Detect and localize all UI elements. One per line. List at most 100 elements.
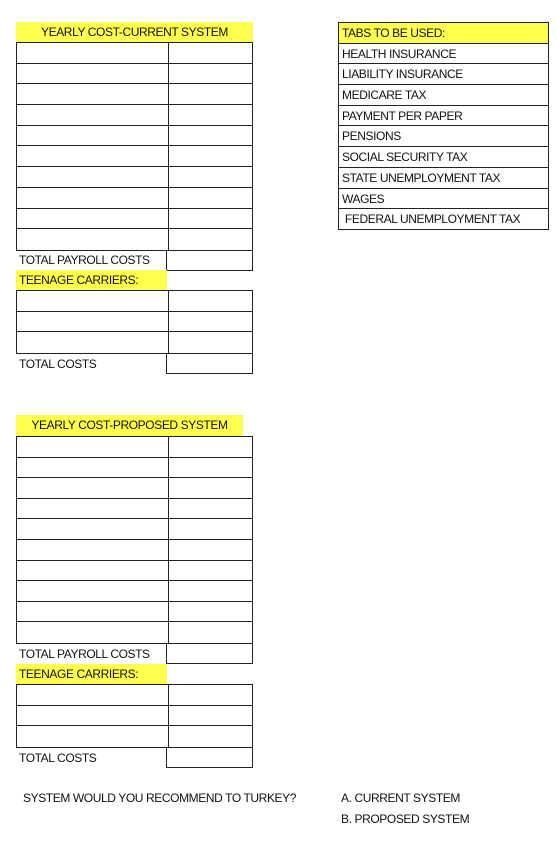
cost-row: [17, 685, 252, 706]
cost-row: [17, 167, 252, 188]
item-cell[interactable]: [17, 63, 169, 84]
amount-cell[interactable]: [169, 685, 252, 705]
amount-cell[interactable]: [169, 458, 252, 478]
item-cell[interactable]: [17, 581, 169, 601]
amount-cell[interactable]: [169, 229, 252, 250]
cost-row: [17, 705, 252, 727]
item-cell[interactable]: [17, 146, 169, 167]
option-a[interactable]: A. CURRENT SYSTEM: [341, 791, 460, 805]
current-total-payroll-cell[interactable]: [166, 250, 253, 271]
tabs-to-be-used-list: TABS TO BE USED: HEALTH INSURANCE LIABILI…: [338, 22, 549, 230]
amount-cell[interactable]: [169, 499, 252, 519]
amount-cell[interactable]: [169, 581, 252, 601]
item-cell[interactable]: [17, 457, 169, 478]
current-total-costs-cell[interactable]: [166, 353, 253, 374]
tab-item: MEDICARE TAX: [339, 85, 548, 106]
current-total-payroll-label: TOTAL PAYROLL COSTS: [19, 253, 150, 267]
item-cell[interactable]: [17, 229, 169, 250]
item-cell[interactable]: [17, 291, 169, 311]
proposed-total-payroll-cell[interactable]: [166, 643, 253, 664]
cost-row: [17, 84, 252, 106]
cost-row: [17, 125, 252, 147]
amount-cell[interactable]: [169, 726, 252, 747]
amount-cell[interactable]: [169, 312, 252, 332]
cost-row: [17, 581, 252, 602]
amount-cell[interactable]: [169, 602, 252, 622]
amount-cell[interactable]: [169, 519, 252, 539]
item-cell[interactable]: [17, 332, 169, 353]
cost-row: [17, 146, 252, 168]
item-cell[interactable]: [17, 208, 169, 229]
tabs-title: TABS TO BE USED:: [339, 23, 548, 44]
item-cell[interactable]: [17, 705, 169, 726]
amount-cell[interactable]: [169, 437, 252, 457]
item-cell[interactable]: [17, 437, 169, 457]
amount-cell[interactable]: [169, 167, 252, 187]
amount-cell[interactable]: [169, 126, 252, 146]
amount-cell[interactable]: [169, 146, 252, 166]
amount-cell[interactable]: [169, 105, 252, 125]
cost-row: [17, 726, 252, 747]
cost-row: [17, 478, 252, 499]
proposed-total-costs-cell[interactable]: [166, 747, 253, 768]
proposed-system-title: YEARLY COST-PROPOSED SYSTEM: [16, 415, 243, 436]
proposed-cost-grid: [16, 436, 253, 644]
cost-row: [17, 43, 252, 64]
cost-row: [17, 187, 252, 209]
recommend-question: SYSTEM WOULD YOU RECOMMEND TO TURKEY?: [23, 791, 297, 805]
cost-row: [17, 437, 252, 458]
item-cell[interactable]: [17, 498, 169, 519]
item-cell[interactable]: [17, 43, 169, 63]
amount-cell[interactable]: [169, 291, 252, 311]
cost-row: [17, 519, 252, 540]
cost-row: [17, 622, 252, 643]
item-cell[interactable]: [17, 622, 169, 643]
tab-item: FEDERAL UNEMPLOYMENT TAX: [342, 212, 521, 227]
item-cell[interactable]: [17, 167, 169, 187]
cost-row: [17, 498, 252, 520]
cost-row: [17, 208, 252, 230]
item-cell[interactable]: [17, 84, 169, 105]
tab-item: WAGES: [339, 189, 548, 210]
item-cell[interactable]: [17, 685, 169, 705]
option-b[interactable]: B. PROPOSED SYSTEM: [341, 812, 470, 826]
tab-item: PAYMENT PER PAPER: [339, 106, 548, 127]
cost-row: [17, 311, 252, 333]
current-system-title: YEARLY COST-CURRENT SYSTEM: [16, 22, 253, 42]
cost-row: [17, 63, 252, 85]
amount-cell[interactable]: [169, 209, 252, 229]
amount-cell[interactable]: [169, 540, 252, 560]
proposed-total-costs-label: TOTAL COSTS: [19, 751, 97, 765]
cost-row: [17, 291, 252, 312]
proposed-teenage-carriers-label: TEENAGE CARRIERS:: [16, 664, 167, 684]
item-cell[interactable]: [17, 519, 169, 539]
amount-cell[interactable]: [169, 84, 252, 104]
cost-row: [17, 560, 252, 582]
item-cell[interactable]: [17, 125, 169, 146]
item-cell[interactable]: [17, 478, 169, 498]
amount-cell[interactable]: [169, 561, 252, 581]
cost-row: [17, 105, 252, 126]
current-cost-grid: [16, 42, 253, 251]
item-cell[interactable]: [17, 726, 169, 747]
item-cell[interactable]: [17, 105, 169, 125]
tab-item: SOCIAL SECURITY TAX: [339, 147, 548, 168]
cost-row: [17, 332, 252, 353]
current-teenage-carriers-label: TEENAGE CARRIERS:: [16, 270, 167, 290]
amount-cell[interactable]: [169, 43, 252, 63]
item-cell[interactable]: [17, 601, 169, 622]
cost-row: [17, 539, 252, 561]
amount-cell[interactable]: [169, 622, 252, 643]
item-cell[interactable]: [17, 539, 169, 560]
amount-cell[interactable]: [169, 332, 252, 353]
amount-cell[interactable]: [169, 64, 252, 84]
item-cell[interactable]: [17, 560, 169, 581]
amount-cell[interactable]: [169, 478, 252, 498]
item-cell[interactable]: [17, 311, 169, 332]
amount-cell[interactable]: [169, 706, 252, 726]
amount-cell[interactable]: [169, 188, 252, 208]
current-teenage-grid: [16, 290, 253, 354]
cost-row: [17, 457, 252, 479]
proposed-total-payroll-label: TOTAL PAYROLL COSTS: [19, 647, 150, 661]
item-cell[interactable]: [17, 187, 169, 208]
